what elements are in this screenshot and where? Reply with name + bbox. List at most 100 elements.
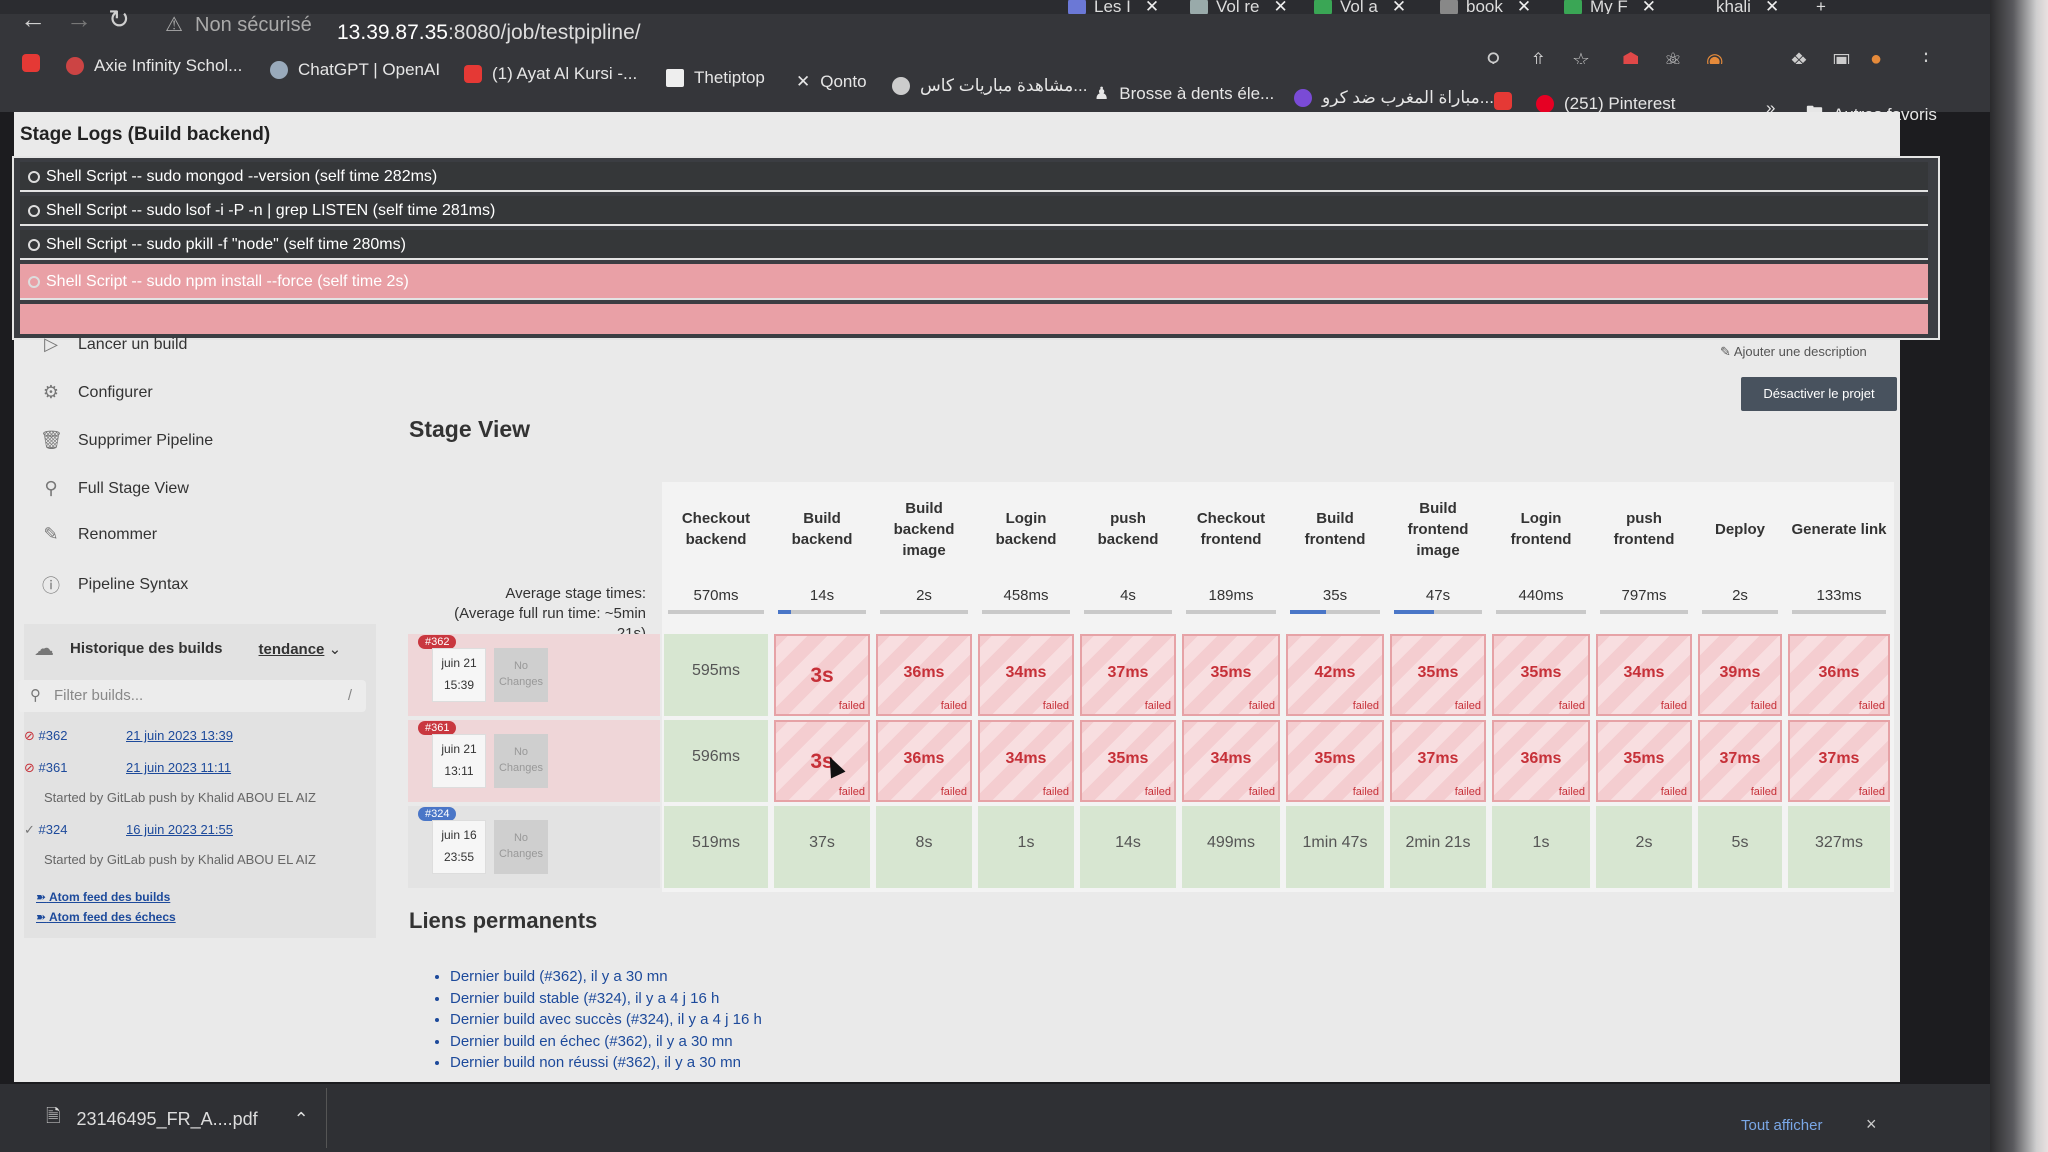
stage-cell[interactable]: 36ms failed [1492, 720, 1590, 802]
stage-cell[interactable]: 35ms failed [1492, 634, 1590, 716]
bookmark-qonto[interactable]: ✕ Qonto [796, 72, 867, 92]
url-field[interactable]: 13.39.87.35:8080/job/testpipline/ [337, 21, 641, 45]
bookmark-match-morocco[interactable]: مباراة المغرب ضد كرو... [1294, 88, 1494, 108]
chevron-up-icon[interactable]: ⌃ [294, 1109, 309, 1130]
stage-cell[interactable]: 14s [1080, 806, 1176, 888]
stage-cell[interactable]: 34ms failed [1596, 634, 1692, 716]
permalink-item[interactable]: Dernier build en échec (#362), il y a 30… [450, 1031, 762, 1053]
sidebar-item-delete-pipeline[interactable]: 🗑 Supprimer Pipeline [40, 430, 213, 451]
forward-button[interactable]: → [66, 6, 92, 32]
stage-cell[interactable]: 36ms failed [876, 720, 972, 802]
atom-feed-builds-link[interactable]: ➽ Atom feed des builds [36, 890, 170, 904]
log-row[interactable]: Shell Script -- sudo pkill -f "node" (se… [20, 230, 1928, 260]
stage-cell[interactable]: 37s [774, 806, 870, 888]
bookmark-ayat[interactable]: (1) Ayat Al Kursi -... [464, 64, 637, 84]
stage-cell[interactable]: 37ms failed [1698, 720, 1782, 802]
tab-vol-re[interactable]: Vol re ✕ [1190, 0, 1288, 14]
bookmark-brosse[interactable]: ♟ Brosse à dents éle... [1094, 84, 1274, 104]
stage-cell[interactable]: 34ms failed [978, 720, 1074, 802]
stage-cell[interactable]: 35ms failed [1286, 720, 1384, 802]
tab-close-icon[interactable]: ✕ [1642, 0, 1656, 14]
stage-cell[interactable]: 2min 21s [1390, 806, 1486, 888]
tab-close-icon[interactable]: ✕ [1273, 0, 1287, 14]
no-changes-label[interactable]: No Changes [494, 820, 548, 874]
tab-khali[interactable]: khali ✕ [1716, 0, 1779, 14]
sidebar-item-configure[interactable]: ⚙ Configurer [40, 382, 153, 403]
sidebar-item-rename[interactable]: ✎ Renommer [40, 524, 157, 545]
history-date-link[interactable]: 16 juin 2023 21:55 [126, 822, 233, 837]
new-tab-button[interactable]: + [1816, 0, 1826, 14]
permalink-item[interactable]: Dernier build (#362), il y a 30 mn [450, 966, 762, 988]
sidebar-item-launch-build[interactable]: ▷ Lancer un build [40, 334, 187, 355]
build-number-badge[interactable]: #361 [418, 721, 457, 735]
bookmark-youtube[interactable] [22, 54, 40, 72]
filter-builds-input[interactable]: ⚲ Filter builds... / [18, 680, 366, 712]
sidebar-item-pipeline-syntax[interactable]: ⓘ Pipeline Syntax [40, 572, 188, 598]
stage-cell[interactable]: 519ms [664, 806, 768, 888]
tab-les[interactable]: Les I ✕ [1068, 0, 1159, 14]
permalink-item[interactable]: Dernier build stable (#324), il y a 4 j … [450, 988, 762, 1010]
log-row[interactable]: Shell Script -- sudo mongod --version (s… [20, 162, 1928, 192]
stage-cell[interactable]: 35ms failed [1080, 720, 1176, 802]
stage-cell[interactable]: 35ms failed [1390, 634, 1486, 716]
stage-cell[interactable]: 1s [1492, 806, 1590, 888]
back-button[interactable]: ← [20, 6, 46, 32]
no-changes-label[interactable]: No Changes [494, 648, 548, 702]
stage-cell[interactable]: 36ms failed [1788, 634, 1890, 716]
history-date-link[interactable]: 21 juin 2023 11:11 [126, 760, 231, 775]
stage-cell[interactable]: 34ms failed [1182, 720, 1280, 802]
bookmark-thetiptop[interactable]: Thetiptop [666, 68, 765, 88]
stage-cell[interactable]: 37ms failed [1788, 720, 1890, 802]
stage-cell[interactable]: 595ms [664, 634, 768, 716]
stage-cell[interactable]: 2s [1596, 806, 1692, 888]
stage-cell[interactable]: 35ms failed [1596, 720, 1692, 802]
trend-link[interactable]: tendance ⌄ [259, 640, 342, 658]
tab-book[interactable]: book ✕ [1440, 0, 1531, 14]
tab-close-icon[interactable]: ✕ [1392, 0, 1406, 14]
bookmark-pinterest[interactable]: (251) Pinterest [1536, 94, 1676, 114]
stage-cell[interactable]: 42ms failed [1286, 634, 1384, 716]
stage-cell[interactable]: 36ms failed [876, 634, 972, 716]
permalink-item[interactable]: Dernier build avec succès (#324), il y a… [450, 1009, 762, 1031]
bookmark-chatgpt[interactable]: ChatGPT | OpenAI [270, 60, 440, 80]
stage-cell[interactable]: 1min 47s [1286, 806, 1384, 888]
stage-cell[interactable]: 34ms failed [978, 634, 1074, 716]
stage-cell[interactable]: 39ms failed [1698, 634, 1782, 716]
stage-cell[interactable]: 37ms failed [1080, 634, 1176, 716]
add-description-link[interactable]: ✎ Ajouter une description [1720, 344, 1867, 360]
show-all-downloads-link[interactable]: Tout afficher [1741, 1117, 1822, 1134]
bookmark-matches[interactable]: مشاهدة مباريات كاس... [892, 76, 1087, 96]
stage-cell[interactable]: 35ms failed [1182, 634, 1280, 716]
log-row-failed[interactable]: Shell Script -- sudo npm install --force… [20, 264, 1928, 300]
stage-cell[interactable]: 5s [1698, 806, 1782, 888]
tab-close-icon[interactable]: ✕ [1765, 0, 1779, 14]
security-label[interactable]: Non sécurisé [195, 14, 312, 36]
history-row[interactable]: ✓ #324 16 juin 2023 21:55 [24, 822, 233, 838]
stage-cell[interactable]: 3s failed [774, 634, 870, 716]
sidebar-item-full-stage-view[interactable]: ⚲ Full Stage View [40, 478, 188, 499]
log-row[interactable]: Shell Script -- sudo lsof -i -P -n | gre… [20, 196, 1928, 226]
build-number-badge[interactable]: #324 [418, 807, 457, 821]
tab-close-icon[interactable]: ✕ [1517, 0, 1531, 14]
bookmark-youtube-2[interactable] [1494, 92, 1512, 110]
download-item[interactable]: 🗎 23146495_FR_A....pdf ⌃ [46, 1104, 309, 1134]
atom-feed-failures-link[interactable]: ➽ Atom feed des échecs [36, 910, 176, 924]
bookmark-axie[interactable]: Axie Infinity Schol... [66, 56, 242, 76]
stage-cell[interactable]: 8s [876, 806, 972, 888]
history-row[interactable]: ⊘ #362 21 juin 2023 13:39 [24, 728, 233, 744]
tab-my-f[interactable]: My F ✕ [1564, 0, 1656, 14]
reload-button[interactable]: ↻ [108, 6, 130, 32]
history-row[interactable]: ⊘ #361 21 juin 2023 11:11 [24, 760, 231, 776]
disable-project-button[interactable]: Désactiver le projet [1741, 377, 1897, 411]
stage-cell[interactable]: 37ms failed [1390, 720, 1486, 802]
stage-cell[interactable]: 1s [978, 806, 1074, 888]
close-download-bar-icon[interactable]: × [1866, 1114, 1877, 1135]
tab-close-icon[interactable]: ✕ [1145, 0, 1159, 14]
stage-cell[interactable]: 596ms [664, 720, 768, 802]
stage-cell[interactable]: 499ms [1182, 806, 1280, 888]
history-date-link[interactable]: 21 juin 2023 13:39 [126, 728, 233, 743]
build-number-badge[interactable]: #362 [418, 635, 457, 649]
no-changes-label[interactable]: No Changes [494, 734, 548, 788]
tab-vol-a[interactable]: Vol a ✕ [1314, 0, 1406, 14]
warning-icon[interactable]: ⚠ [165, 12, 183, 37]
